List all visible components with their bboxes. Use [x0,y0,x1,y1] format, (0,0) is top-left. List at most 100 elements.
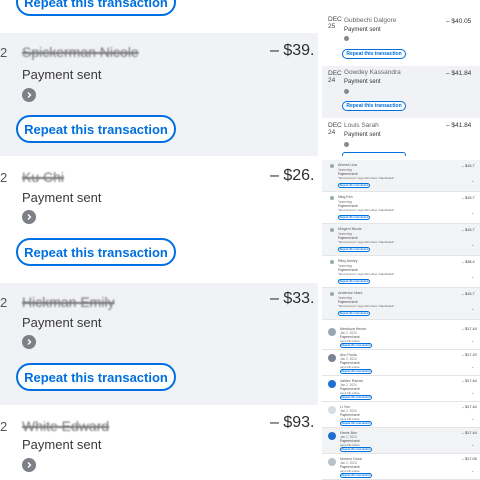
chevron-down-icon[interactable]: ⌄ [471,390,474,395]
status-dot-icon [330,228,334,232]
repeat-transaction-button[interactable]: Repeat this transaction [342,101,406,111]
transaction-status: Payment sent [344,79,381,85]
transaction-status: Payment sent [22,67,102,82]
repeat-transaction-button[interactable]: Repeat this transaction [338,311,370,316]
date-month: DEC [328,70,342,77]
transaction-amount: – $15.7 [462,164,475,168]
repeat-transaction-button[interactable]: Repeat this transaction [340,343,372,348]
repeat-transaction-button[interactable]: Repeat this transaction [16,0,176,16]
transaction-amount: – $17.44 [462,379,477,383]
transaction-status: Payment sent [344,27,381,33]
avatar [328,458,336,466]
transaction-status: Payment sent [22,315,102,330]
transaction-card[interactable]: DEC 24 Louis Sarah – $41.84 Payment sent [322,120,480,156]
chevron-down-icon[interactable]: ⌄ [471,242,474,247]
date-month: DEC [328,16,342,23]
chevron-down-icon[interactable]: ⌄ [471,210,474,215]
chevron-down-icon[interactable]: ⌄ [471,416,474,421]
avatar [328,328,336,336]
transaction-row[interactable]: Ahmed Lisa Yesterday Payment sent "$xxxxxxx… [322,160,480,192]
transaction-card[interactable]: DEC 24 Gowdey Kassandra – $41.84 Payment… [322,66,480,118]
chevron-right-icon[interactable] [22,335,36,349]
transaction-row[interactable]: Ning Kim Yesterday Payment sent "$xxxxxxxxx… [322,192,480,224]
chevron-down-icon[interactable]: ⌄ [471,468,474,473]
transaction-status: Payment sent [22,190,102,205]
payee-name: Mingeni Nicole [338,227,362,231]
transaction-amount: – $17.44 [462,405,477,409]
transaction-list-compact: Ahmed Lisa Yesterday Payment sent "$xxxxxxx… [322,160,480,480]
repeat-transaction-button[interactable]: Repeat this transaction [340,369,372,374]
transaction-note: "$xxxxxxxxxx" pays bill online "blackhaw… [338,304,395,308]
transaction-note: "$xxxxxxxxxx" pays bill online "blackhaw… [338,208,395,212]
transaction-card[interactable]: 2 Ku Chi – $26. Payment sent Repeat this… [0,158,318,281]
chevron-down-icon[interactable]: ⌄ [471,274,474,279]
repeat-transaction-button[interactable]: Repeat this transaction [16,115,176,143]
transaction-row[interactable]: Li Yun Jan 2, 2024 Payment sent pays bill o… [322,402,480,428]
transaction-amount: – $17.44 [462,431,477,435]
repeat-transaction-button[interactable]: Repeat this transaction [338,279,370,284]
repeat-transaction-button[interactable]: Repeat this transaction [340,395,372,400]
transaction-row[interactable]: Ahn Paula Jan 2, 2024 Payment sent pays bil… [322,350,480,376]
chevron-down-icon[interactable]: ⌄ [471,178,474,183]
transaction-card[interactable]: 2 Spickerman Nicole – $39. Payment sent … [0,33,318,156]
transaction-amount: – $38.4 [462,260,475,264]
repeat-transaction-button[interactable]: Repeat this transaction [340,473,372,478]
transaction-list-desktop: DEC 25 Gubbechi Dalgore – $40.05 Payment… [322,0,480,156]
transaction-amount: – $17.05 [462,457,477,461]
transaction-row[interactable]: Harris Ben Jan 2, 2024 Payment sent pays bi… [322,428,480,454]
transaction-note: "$xxxxxxxxxx" pays bill online "blackhaw… [338,240,395,244]
transaction-row[interactable]: Anderson Mark Yesterday Payment sent "$xxxx… [322,288,480,320]
date-label: 2 [0,295,8,310]
date-label: DEC 24 [328,70,342,84]
repeat-transaction-button[interactable]: Repeat this transaction [338,183,370,188]
payee-name: Gubbechi Dalgore [344,17,397,24]
payee-name: Hickman Emily [22,294,115,310]
chevron-right-icon[interactable] [22,458,36,472]
transaction-card[interactable]: 2 White Edward – $93. Payment sent [0,407,318,480]
date-day: 25 [328,23,336,30]
repeat-transaction-button[interactable]: Repeat this transaction [16,363,176,391]
transaction-card[interactable]: 2 Hickman Emily – $33. Payment sent Repe… [0,283,318,405]
date-label: DEC 24 [328,122,342,136]
transaction-list-zoomed: Repeat this transaction 2 Spickerman Nic… [0,0,318,480]
repeat-transaction-button[interactable]: Repeat this transaction [340,421,372,426]
chevron-down-icon[interactable]: ⌄ [471,306,474,311]
transaction-row[interactable]: Riley Ashley Yesterday Payment sent "$xxxxx… [322,256,480,288]
transaction-note: "$xxxxxxxxxx" pays bill online "blackhaw… [338,272,395,276]
chevron-down-icon[interactable]: ⌄ [471,338,474,343]
chevron-right-icon[interactable] [22,88,36,102]
transaction-amount: – $41.84 [446,122,472,129]
transaction-row[interactable]: Mingeni Nicole Yesterday Payment sent "$xxx… [322,224,480,256]
transaction-amount: – $40.05 [446,18,472,25]
chevron-down-icon[interactable]: ⌄ [471,364,474,369]
repeat-transaction-button[interactable]: Repeat this transaction [342,49,406,59]
transaction-amount: – $17.20 [462,353,477,357]
status-dot-icon [330,196,334,200]
transaction-amount: – $39. [270,42,315,59]
avatar [328,432,336,440]
repeat-transaction-button[interactable]: Repeat this transaction [338,215,370,220]
repeat-transaction-button[interactable]: Repeat this transaction [338,247,370,252]
date-label: 2 [0,419,8,434]
repeat-transaction-button[interactable]: Repeat this transaction [16,238,176,266]
transaction-card[interactable]: DEC 25 Gubbechi Dalgore – $40.05 Payment… [322,0,480,64]
date-label: 2 [0,170,8,185]
chevron-right-icon[interactable] [22,210,36,224]
date-label: 2 [0,45,8,60]
transaction-status: Payment sent [344,132,381,138]
transaction-row[interactable]: Moreno Dana Jan 2, 2024 Payment sent pays b… [322,454,480,480]
repeat-transaction-button[interactable]: Repeat this transaction [340,447,372,452]
transaction-row[interactable]: Valdez Ramon Jan 2, 2024 Payment sent pays … [322,376,480,402]
transaction-amount: – $15.7 [462,228,475,232]
transaction-status: Payment sent [22,437,102,452]
chevron-down-icon[interactable]: ⌄ [471,442,474,447]
payee-name: Spickerman Nicole [22,44,139,60]
transaction-amount: – $15.7 [462,292,475,296]
payee-name: Ahmed Lisa [338,163,357,167]
transaction-amount: – $93. [270,414,315,431]
transaction-amount: – $15.7 [462,196,475,200]
status-dot-icon [330,164,334,168]
payee-name: Anderson Mark [338,291,363,295]
transaction-row[interactable]: Mendoza Hector Jan 2, 2024 Payment sent pay… [322,324,480,350]
repeat-transaction-button[interactable] [342,152,406,156]
